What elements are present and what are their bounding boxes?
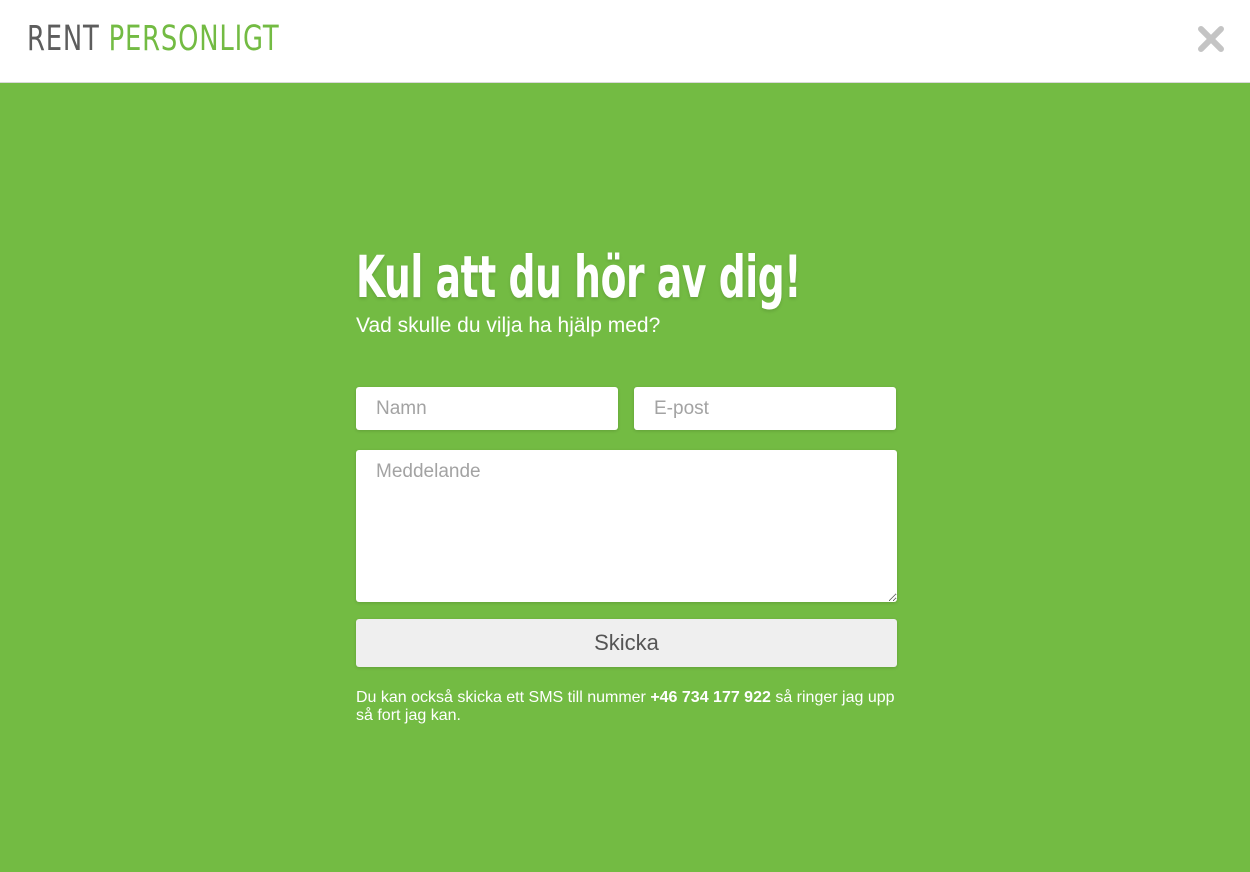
contact-form: Skicka	[356, 387, 897, 667]
name-input[interactable]	[356, 387, 618, 430]
submit-button[interactable]: Skicka	[356, 619, 897, 667]
email-input[interactable]	[634, 387, 896, 430]
contact-form-container: Kul att du hör av dig! Vad skulle du vil…	[356, 243, 897, 725]
sms-phone-number: +46 734 177 922	[650, 689, 771, 706]
page-title: Kul att du hör av dig!	[356, 243, 802, 311]
sms-note-before: Du kan också skicka ett SMS till nummer	[356, 689, 651, 706]
close-icon	[1198, 26, 1224, 52]
name-email-row	[356, 387, 897, 430]
contact-section: Kul att du hör av dig! Vad skulle du vil…	[0, 83, 1250, 872]
page-subtitle: Vad skulle du vilja ha hjälp med?	[356, 314, 661, 337]
sms-note: Du kan också skicka ett SMS till nummer …	[356, 689, 897, 725]
logo[interactable]: RENT PERSONLIGT	[27, 18, 279, 60]
message-textarea[interactable]	[356, 450, 897, 602]
logo-personligt: PERSONLIGT	[108, 19, 280, 59]
close-button[interactable]	[1196, 24, 1226, 54]
logo-rent: RENT	[27, 19, 100, 59]
site-header: RENT PERSONLIGT	[0, 0, 1250, 83]
